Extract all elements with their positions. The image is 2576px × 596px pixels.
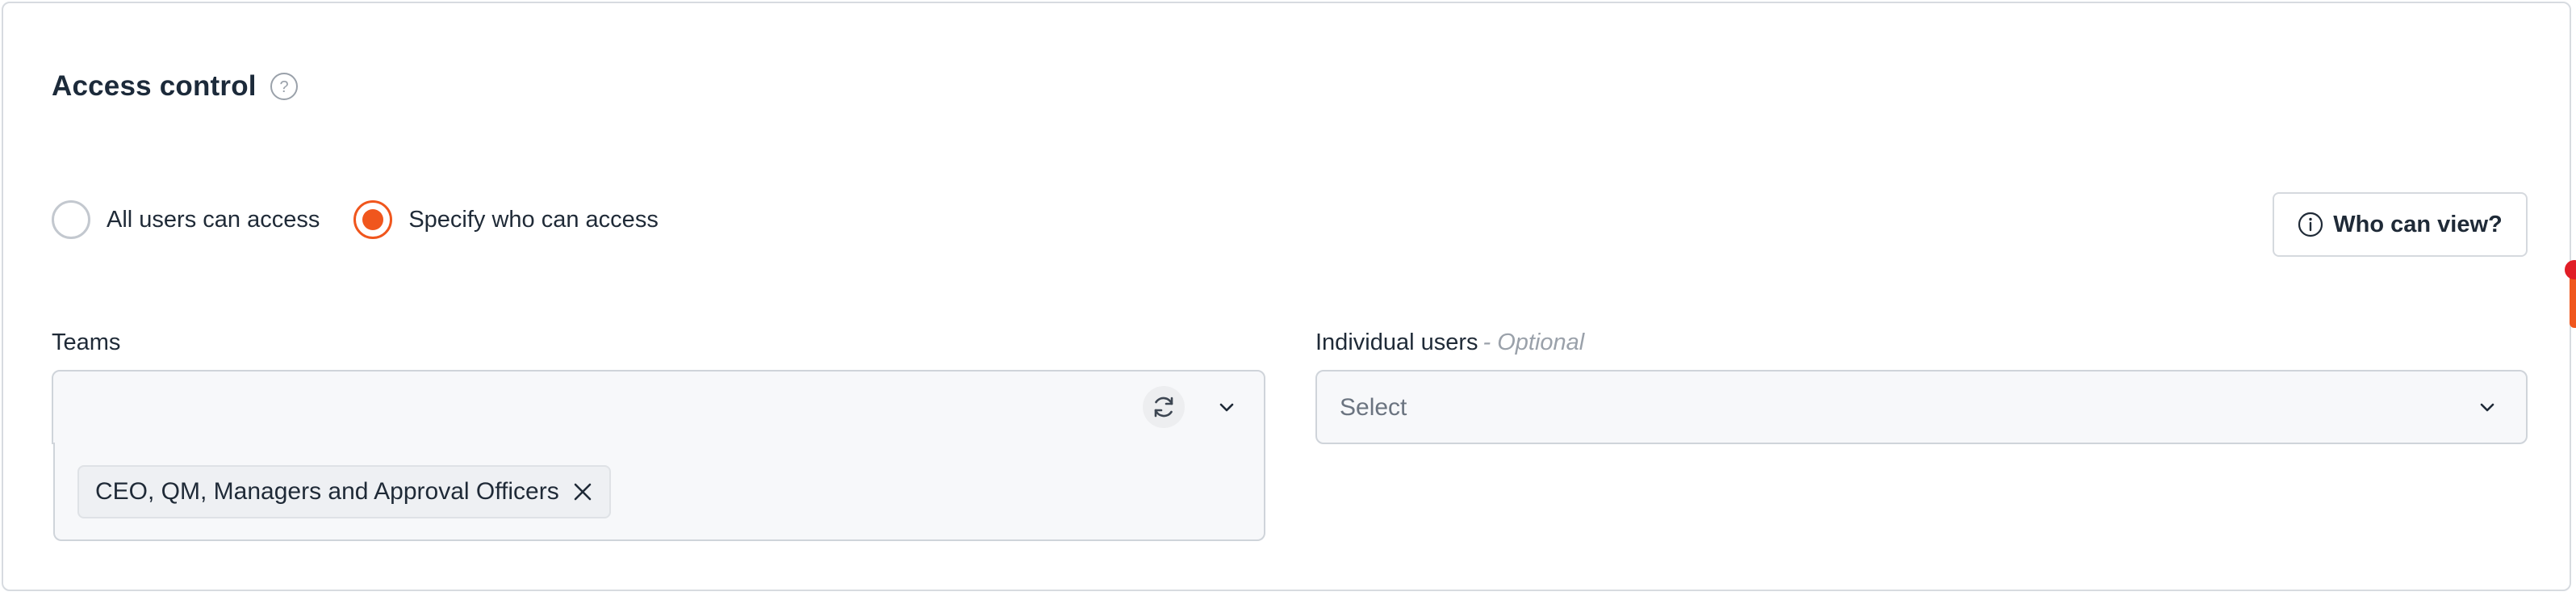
radio-dot — [362, 209, 384, 230]
section-title: Access control — [52, 70, 257, 102]
radio-all-users[interactable]: All users can access — [52, 200, 320, 239]
radio-all-users-label[interactable]: All users can access — [107, 207, 320, 233]
chevron-down-icon[interactable] — [2476, 396, 2499, 418]
svg-text:?: ? — [279, 78, 288, 96]
teams-label: Teams — [52, 329, 121, 355]
team-tag: CEO, QM, Managers and Approval Officers — [77, 465, 611, 518]
team-tag-label: CEO, QM, Managers and Approval Officers — [95, 478, 559, 505]
radio-checked-icon[interactable] — [353, 200, 393, 239]
info-circle-icon — [2298, 212, 2323, 237]
chevron-down-icon[interactable] — [1215, 396, 1238, 418]
individual-users-label-text: Individual users — [1315, 329, 1478, 355]
radio-specify-access[interactable]: Specify who can access — [353, 200, 659, 239]
access-mode-radio-group: All users can access Specify who can acc… — [52, 199, 659, 241]
refresh-icon[interactable] — [1143, 386, 1185, 428]
individual-users-placeholder: Select — [1340, 394, 1407, 421]
close-icon[interactable] — [571, 480, 595, 504]
section-header: Access control ? — [52, 66, 299, 107]
individual-users-label: Individual users - Optional — [1315, 329, 1584, 356]
side-widget-tab[interactable] — [2558, 255, 2576, 328]
who-can-view-button[interactable]: Who can view? — [2273, 192, 2528, 257]
question-circle-icon[interactable]: ? — [270, 72, 299, 101]
optional-hint: - Optional — [1482, 329, 1585, 355]
radio-unchecked-icon[interactable] — [52, 200, 90, 239]
who-can-view-label: Who can view? — [2333, 211, 2503, 237]
radio-specify-access-label[interactable]: Specify who can access — [408, 207, 658, 233]
individual-users-select[interactable]: Select — [1315, 370, 2528, 444]
teams-selected-tags: CEO, QM, Managers and Approval Officers — [53, 443, 1265, 541]
access-control-card: Access control ? All users can access Sp… — [2, 2, 2571, 591]
teams-select[interactable] — [52, 370, 1265, 444]
